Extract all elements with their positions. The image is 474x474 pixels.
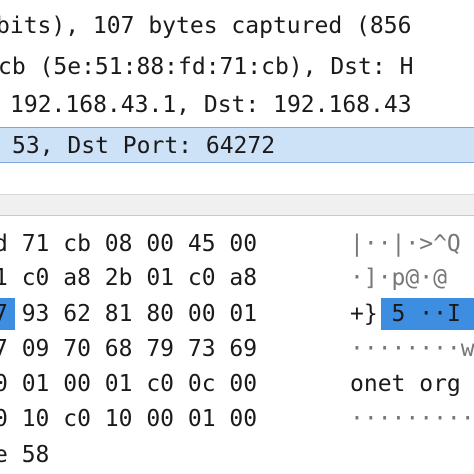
hex-dump-line[interactable]: 0 10 c0 10 00 01 00 ·········: [0, 401, 474, 437]
pane-splitter[interactable]: [0, 194, 474, 216]
ascii-bytes: |··|·>^Q: [350, 231, 461, 257]
detail-row-text: cb (5e:51:88:fd:71:cb), Dst: H: [0, 54, 414, 80]
hex-bytes: 0 10 c0 10 00 01 00: [0, 406, 258, 432]
hex-bytes: 7 09 70 68 79 73 69: [0, 336, 258, 362]
ascii-prefix: +}: [350, 301, 378, 327]
detail-row-text: bits), 107 bytes captured (856: [0, 13, 412, 39]
detail-row-udp-selected[interactable]: 53, Dst Port: 64272: [0, 127, 474, 163]
hex-bytes: 1 c0 a8 2b 01 c0 a8: [0, 265, 258, 291]
ascii-bytes: ·]·p@·@: [350, 265, 447, 291]
hex-dump-line-highlighted[interactable]: 7 93 62 81 80 00 01 +} 5 ··I: [0, 296, 474, 332]
ascii-highlighted: 5 ··I: [377, 301, 461, 327]
ascii-bytes: +} 5 ··I: [350, 296, 461, 332]
detail-row-frame[interactable]: bits), 107 bytes captured (856: [0, 8, 474, 44]
hex-dump-line[interactable]: e 58: [0, 437, 474, 473]
hex-dump-line[interactable]: 7 09 70 68 79 73 69 ········w: [0, 331, 474, 367]
hex-dump-line[interactable]: 0 01 00 01 c0 0c 00 onet org: [0, 366, 474, 402]
packet-details-pane[interactable]: bits), 107 bytes captured (856 cb (5e:51…: [0, 0, 474, 182]
detail-row-text: 53, Dst Port: 64272: [12, 133, 276, 159]
hex-dump-line[interactable]: 1 c0 a8 2b 01 c0 a8 ·]·p@·@: [0, 260, 474, 296]
hex-bytes: d 71 cb 08 00 45 00: [0, 231, 258, 257]
detail-row-text: 192.168.43.1, Dst: 192.168.43: [10, 92, 412, 118]
detail-row-ethernet[interactable]: cb (5e:51:88:fd:71:cb), Dst: H: [0, 49, 474, 85]
ascii-bytes: ·········: [350, 406, 474, 432]
ascii-bytes: onet org: [350, 371, 461, 397]
hex-bytes: 7 93 62 81 80 00 01: [0, 301, 258, 327]
hex-bytes: e 58: [0, 442, 50, 468]
hex-bytes: 0 01 00 01 c0 0c 00: [0, 371, 258, 397]
detail-row-ip[interactable]: 192.168.43.1, Dst: 192.168.43: [0, 87, 474, 123]
ascii-bytes: ········w: [350, 336, 474, 362]
hex-dump-line[interactable]: d 71 cb 08 00 45 00 |··|·>^Q: [0, 226, 474, 262]
